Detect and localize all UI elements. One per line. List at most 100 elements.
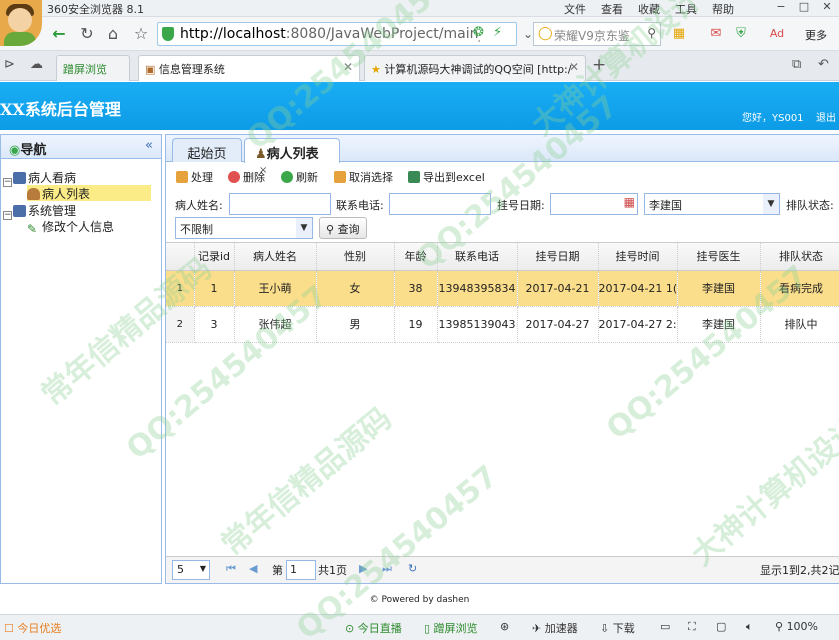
browser-status-bar: ☐ 今日优选 ⊙ 今日直播 ▯ 蹭屏浏览 ⊛ ✈ 加速器 ⇩ 下载 ▭ ⛶ ▢ … xyxy=(0,614,839,640)
calendar-icon[interactable]: ▦ xyxy=(624,195,635,209)
status-screen-browse[interactable]: ▯ 蹭屏浏览 xyxy=(424,620,478,636)
phone-filter-input[interactable] xyxy=(389,193,491,215)
maximize-button[interactable]: □ xyxy=(793,0,815,16)
adblock-icon[interactable]: Ad xyxy=(766,23,788,45)
cell-record-id: 1 xyxy=(194,270,235,307)
apps-icon[interactable]: ▦ xyxy=(668,23,690,45)
column-header[interactable]: 性别 xyxy=(316,243,395,271)
safe-icon[interactable]: ⛨ xyxy=(730,23,752,45)
next-page-icon[interactable]: ▶ xyxy=(359,562,367,575)
tab-home[interactable]: 起始页 xyxy=(172,138,242,162)
column-header[interactable]: 挂号医生 xyxy=(677,243,761,271)
column-header[interactable]: 联系电话 xyxy=(437,243,518,271)
column-header[interactable]: 挂号日期 xyxy=(517,243,599,271)
column-header[interactable]: 排队状态 xyxy=(760,243,839,271)
folder-computer-icon xyxy=(13,172,26,184)
prev-page-icon[interactable]: ◀ xyxy=(249,562,257,575)
collapse-icon[interactable]: « xyxy=(145,138,153,153)
page-number-input[interactable]: 1 xyxy=(286,560,316,580)
status-icon-1[interactable]: ▭ xyxy=(660,620,670,633)
tree-node-system[interactable]: − 系统管理 xyxy=(3,202,76,220)
restore-tab-icon[interactable]: ⧉ xyxy=(792,57,801,72)
status-misc-icon[interactable]: ⊛ xyxy=(500,620,509,633)
search-text[interactable]: 荣耀V9京东鉴 xyxy=(554,27,644,44)
tab-patient-list[interactable]: ♟病人列表× xyxy=(244,138,340,176)
menu-help[interactable]: 帮助 xyxy=(712,1,734,17)
delete-button[interactable]: 删除 xyxy=(228,169,265,185)
menu-favorites[interactable]: 收藏 xyxy=(638,1,660,17)
new-tab-icon[interactable]: + xyxy=(592,55,606,75)
doctor-select[interactable]: 李建国 ▼ xyxy=(644,193,780,215)
refresh-icon xyxy=(281,171,293,183)
address-bar[interactable]: http://localhost:8080/JavaWebProject/mai… xyxy=(157,22,517,46)
last-page-icon[interactable]: ⏭ xyxy=(382,562,392,576)
user-icon xyxy=(27,188,40,200)
status-icon-3[interactable]: ▢ xyxy=(716,620,726,633)
chevron-down-icon[interactable]: ▼ xyxy=(296,218,312,238)
cell-time: 2017-04-21 1( xyxy=(598,270,678,307)
tree-node-patients[interactable]: − 病人看病 xyxy=(3,169,76,187)
first-page-icon[interactable]: ⏮ xyxy=(226,562,236,576)
process-button[interactable]: 处理 xyxy=(176,169,213,185)
query-button[interactable]: ⚲ 查询 xyxy=(319,217,367,239)
minimize-button[interactable]: − xyxy=(770,0,792,16)
menu-file[interactable]: 文件 xyxy=(564,1,586,17)
browser-tab-screen[interactable]: 蹭屏浏览 xyxy=(56,55,130,81)
cell-gender: 男 xyxy=(316,306,395,343)
menu-view[interactable]: 查看 xyxy=(601,1,623,17)
logout-link[interactable]: 退出 xyxy=(816,109,836,124)
grid-toolbar: 处理 删除 刷新 取消选择 导出到excel xyxy=(166,167,839,189)
favorite-star-icon[interactable]: ☆ xyxy=(130,23,152,45)
mail-icon[interactable]: ✉ xyxy=(705,23,727,45)
sidebar-toggle-icon[interactable]: ⊳ xyxy=(4,57,15,72)
speaker-icon[interactable]: 🔈︎ xyxy=(746,620,753,634)
name-filter-input[interactable] xyxy=(229,193,331,215)
tree-node-edit-profile[interactable]: ✎ 修改个人信息 xyxy=(27,218,114,236)
browser-tab-qq[interactable]: ★ 计算机源码大神调试的QQ空间 [http:/ ✕ xyxy=(364,55,586,81)
column-header[interactable]: 挂号时间 xyxy=(598,243,678,271)
cloud-icon[interactable]: ☁ xyxy=(30,57,43,72)
chevron-down-icon[interactable]: ▼ xyxy=(763,194,779,214)
table-row[interactable]: 1 1 王小萌 女 38 13948395834 2017-04-21 2017… xyxy=(166,270,839,307)
search-box[interactable]: ◯ 荣耀V9京东鉴 ⚲ xyxy=(533,22,661,46)
undo-close-icon[interactable]: ↶ xyxy=(818,57,829,72)
close-tab-icon[interactable]: ✕ xyxy=(343,60,353,74)
collapse-toggle-icon[interactable]: − xyxy=(3,178,12,187)
tree-node-patient-list[interactable]: 病人列表 xyxy=(27,185,151,201)
table-row[interactable]: 2 3 张伟超 男 19 13985139043 2017-04-27 2017… xyxy=(166,306,839,343)
back-icon[interactable]: ← xyxy=(48,23,70,45)
column-header[interactable]: 记录id xyxy=(194,243,235,271)
more-menu[interactable]: 更多 xyxy=(805,27,827,43)
page-size-select[interactable]: 5 ▼ xyxy=(172,560,210,580)
close-window-button[interactable]: ✕ xyxy=(816,0,838,16)
grid-header-row: 记录id 病人姓名 性别 年龄 联系电话 挂号日期 挂号时间 挂号医生 排队状态 xyxy=(166,243,839,271)
browser-tab-admin[interactable]: ▣ 信息管理系统 ✕ xyxy=(138,55,360,81)
status-download[interactable]: ⇩ 下载 xyxy=(600,620,635,636)
status-icon-2[interactable]: ⛶ xyxy=(688,620,696,634)
status-live[interactable]: ⊙ 今日直播 xyxy=(345,620,402,636)
user-avatar[interactable] xyxy=(0,0,42,46)
collapse-toggle-icon[interactable]: − xyxy=(3,211,12,220)
speed-icon[interactable]: ⚡ xyxy=(493,25,502,40)
date-filter-input[interactable]: ▦ xyxy=(550,193,638,215)
address-text[interactable]: http://localhost:8080/JavaWebProject/mai… xyxy=(180,26,480,42)
status-accelerator[interactable]: ✈ 加速器 xyxy=(532,620,578,636)
chevron-down-icon[interactable]: ▼ xyxy=(200,564,206,573)
compat-icon[interactable]: ❂ xyxy=(473,25,484,40)
cancel-select-button[interactable]: 取消选择 xyxy=(334,169,393,185)
queue-status-select[interactable]: 不限制 ▼ xyxy=(175,217,313,239)
page-total: 共1页 xyxy=(318,564,347,577)
reload-icon[interactable]: ↻ xyxy=(408,562,417,575)
refresh-icon[interactable]: ↻ xyxy=(76,23,98,45)
close-tab-icon[interactable]: ✕ xyxy=(569,60,579,74)
column-header[interactable]: 年龄 xyxy=(394,243,438,271)
cell-gender: 女 xyxy=(316,270,395,307)
home-icon[interactable]: ⌂ xyxy=(102,23,124,45)
column-header[interactable]: 病人姓名 xyxy=(234,243,317,271)
export-excel-button[interactable]: 导出到excel xyxy=(408,169,485,185)
search-icon[interactable]: ⚲ xyxy=(647,26,656,40)
today-picks[interactable]: ☐ 今日优选 xyxy=(4,620,61,636)
menu-tools[interactable]: 工具 xyxy=(675,1,697,17)
refresh-button[interactable]: 刷新 xyxy=(281,169,318,185)
zoom-level[interactable]: ⚲ 100% xyxy=(775,620,818,633)
